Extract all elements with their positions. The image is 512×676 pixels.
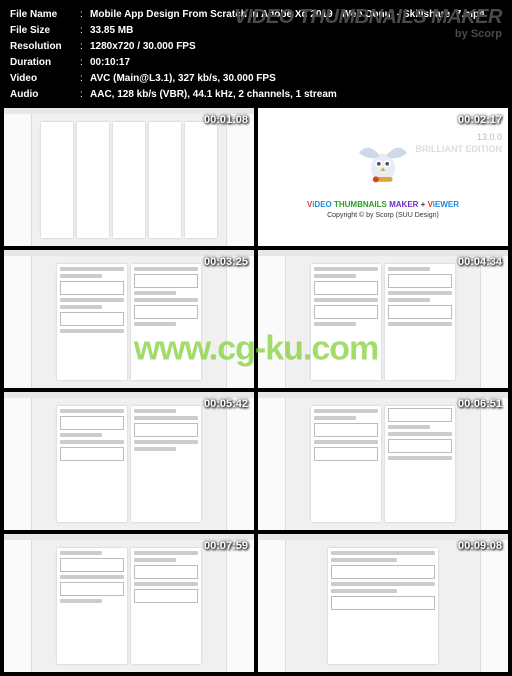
meta-label: Video bbox=[10, 72, 80, 86]
splash-title: ViDEO THUMBNAILS MAKER + ViEWER bbox=[307, 199, 459, 210]
timestamp-badge: 00:07:59 bbox=[204, 540, 248, 552]
meta-value: AAC, 128 kb/s (VBR), 44.1 kHz, 2 channel… bbox=[90, 88, 502, 102]
meta-separator: : bbox=[80, 56, 90, 70]
timestamp-badge: 00:04:34 bbox=[458, 256, 502, 268]
timestamp-badge: 00:02:17 bbox=[458, 114, 502, 126]
meta-label: File Name bbox=[10, 8, 80, 22]
meta-row: Duration:00:10:17 bbox=[10, 56, 502, 70]
app-splash: 13.0.0 BRILLIANT EDITION ViDEO THUMBNAIL… bbox=[258, 108, 508, 246]
metadata-header: VIDEO THUMBNAILS MAKER by Scorp File Nam… bbox=[0, 0, 512, 108]
meta-separator: : bbox=[80, 40, 90, 54]
app-watermark-title: VIDEO THUMBNAILS MAKER bbox=[234, 6, 502, 29]
thumbnail-grid: 00:01:08 00:02:17 13.0.0 BRILLIANT EDITI… bbox=[0, 108, 512, 676]
timestamp-badge: 00:09:08 bbox=[458, 540, 502, 552]
timestamp-badge: 00:01:08 bbox=[204, 114, 248, 126]
thumbnail-3[interactable]: 00:03:25 bbox=[4, 250, 254, 388]
xd-frame bbox=[4, 108, 254, 246]
thumbnail-2[interactable]: 00:02:17 13.0.0 BRILLIANT EDITION ViDEO … bbox=[258, 108, 508, 246]
thumbnail-1[interactable]: 00:01:08 bbox=[4, 108, 254, 246]
meta-label: Audio bbox=[10, 88, 80, 102]
timestamp-badge: 00:05:42 bbox=[204, 398, 248, 410]
meta-label: Resolution bbox=[10, 40, 80, 54]
meta-label: Duration bbox=[10, 56, 80, 70]
meta-row: Audio:AAC, 128 kb/s (VBR), 44.1 kHz, 2 c… bbox=[10, 88, 502, 102]
meta-separator: : bbox=[80, 72, 90, 86]
meta-value: 1280x720 / 30.000 FPS bbox=[90, 40, 502, 54]
edition-label: BRILLIANT EDITION bbox=[416, 144, 503, 154]
thumbnail-4[interactable]: 00:04:34 bbox=[258, 250, 508, 388]
timestamp-badge: 00:06:51 bbox=[458, 398, 502, 410]
timestamp-badge: 00:03:25 bbox=[204, 256, 248, 268]
meta-separator: : bbox=[80, 8, 90, 22]
thumbnail-8[interactable]: 00:09:08 bbox=[258, 534, 508, 672]
thumbnail-7[interactable]: 00:07:59 bbox=[4, 534, 254, 672]
meta-separator: : bbox=[80, 24, 90, 38]
meta-label: File Size bbox=[10, 24, 80, 38]
meta-separator: : bbox=[80, 88, 90, 102]
thumbnail-5[interactable]: 00:05:42 bbox=[4, 392, 254, 530]
splash-copyright: Copyright © by Scorp (SUU Design) bbox=[327, 212, 439, 219]
meta-value: AVC (Main@L3.1), 327 kb/s, 30.000 FPS bbox=[90, 72, 502, 86]
version-label: 13.0.0 bbox=[477, 132, 502, 142]
app-watermark-subtitle: by Scorp bbox=[455, 28, 502, 40]
owl-icon bbox=[353, 135, 413, 195]
meta-row: Video:AVC (Main@L3.1), 327 kb/s, 30.000 … bbox=[10, 72, 502, 86]
meta-value: 00:10:17 bbox=[90, 56, 502, 70]
meta-row: Resolution:1280x720 / 30.000 FPS bbox=[10, 40, 502, 54]
thumbnail-6[interactable]: 00:06:51 bbox=[258, 392, 508, 530]
